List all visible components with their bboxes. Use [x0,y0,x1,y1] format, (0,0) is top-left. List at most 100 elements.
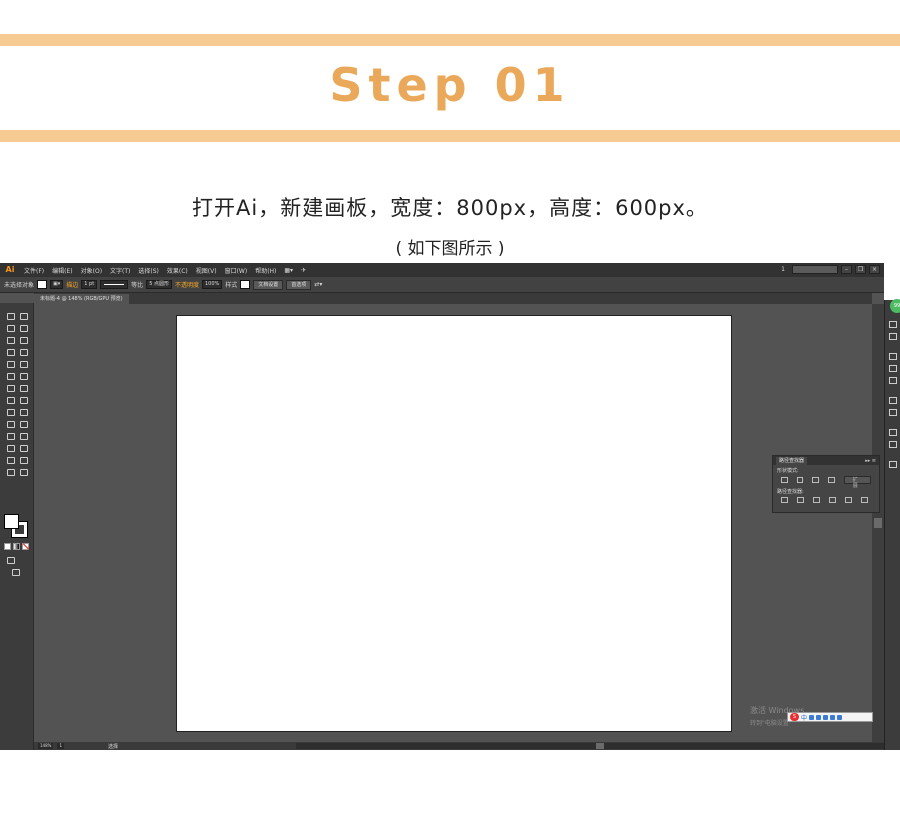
pencil-tool-icon[interactable] [18,359,28,368]
menu-select[interactable]: 选择(S) [134,266,163,275]
color-guide-icon[interactable] [888,332,897,340]
width-tool-icon[interactable] [5,395,15,404]
stroke-label[interactable]: 描边 [66,280,78,289]
document-setup-button[interactable]: 文档设置 [253,279,284,290]
symbol-sprayer-tool-icon[interactable] [5,443,15,452]
minus-back-icon[interactable] [861,497,868,503]
shape-builder-tool-icon[interactable] [5,407,15,416]
outline-icon[interactable] [845,497,852,503]
menu-object[interactable]: 对象(O) [77,266,106,275]
trim-icon[interactable] [797,497,804,503]
restore-button[interactable]: ❐ [855,265,866,274]
align-panel-icon[interactable] [888,440,897,448]
ime-punctuation-icon[interactable] [809,714,815,720]
pathfinder-panel-icon[interactable] [888,460,897,468]
brush-definition[interactable]: 5 点圆形 [146,280,172,289]
zoom-field[interactable]: 148% [38,743,54,749]
paintbrush-tool-icon[interactable] [5,359,15,368]
artboard-number-field[interactable]: 1 [57,743,64,749]
close-button[interactable]: × [869,265,880,274]
hand-tool-icon[interactable] [5,467,15,476]
screen-mode-icon[interactable] [10,567,20,576]
ime-voice-icon[interactable] [816,714,822,720]
direct-selection-tool-icon[interactable] [18,311,28,320]
vertical-scrollbar[interactable] [872,304,884,742]
stroke-weight-field[interactable]: 1 pt [81,280,98,289]
unite-icon[interactable] [781,477,788,483]
eraser-tool-icon[interactable] [18,371,28,380]
expand-button[interactable]: 扩展 [843,476,872,489]
zoom-tool-icon[interactable] [18,467,28,476]
selection-tool-icon[interactable] [5,311,15,320]
menu-file[interactable]: 文件(F) [20,266,48,275]
rocket-icon[interactable]: ✈ [297,267,310,274]
perspective-grid-tool-icon[interactable] [18,407,28,416]
gradient-icon[interactable] [13,543,20,550]
arrange-icon[interactable]: ⇄▾ [314,281,322,288]
fill-color-box[interactable] [4,514,19,529]
transparency-panel-icon[interactable] [888,376,897,384]
ime-skin-icon[interactable] [830,714,836,720]
type-tool-icon[interactable] [18,335,28,344]
search-input[interactable] [792,265,838,274]
slice-tool-icon[interactable] [18,455,28,464]
horizontal-scroll-thumb[interactable] [596,743,604,749]
graphic-style-swatch[interactable] [240,280,251,289]
ime-toolbar[interactable]: S 中 [787,712,873,722]
minus-front-icon[interactable] [796,477,804,483]
intersect-icon[interactable] [812,477,820,483]
pathfinder-tab[interactable]: 路径查找器 [776,456,808,465]
notification-badge[interactable]: 99 [890,299,900,313]
blob-brush-tool-icon[interactable] [5,371,15,380]
document-tab[interactable]: 未标题-4 @ 148% (RGB/GPU 预览) [34,294,129,304]
vertical-scroll-thumb[interactable] [874,518,882,528]
panel-menu-icon[interactable]: ▸▸ ≡ [865,458,876,464]
color-icon[interactable] [4,543,11,550]
minimize-button[interactable]: – [841,265,852,274]
scale-tool-icon[interactable] [18,383,28,392]
gradient-panel-icon[interactable] [888,364,897,372]
free-transform-tool-icon[interactable] [18,395,28,404]
pen-tool-icon[interactable] [5,335,15,344]
transform-panel-icon[interactable] [888,428,897,436]
artboard[interactable] [176,315,732,732]
canvas-area[interactable] [34,304,872,742]
menu-view[interactable]: 视图(V) [192,266,221,275]
crop-icon[interactable] [829,497,836,503]
gradient-tool-icon[interactable] [18,419,28,428]
stroke-profile[interactable]: 等比 [131,280,143,289]
none-icon[interactable] [22,543,29,550]
bridge-icon[interactable]: ▦▾ [280,267,297,274]
color-panel-icon[interactable] [888,320,897,328]
horizontal-scrollbar[interactable] [296,743,884,749]
menu-window[interactable]: 窗口(W) [221,266,252,275]
appearance-panel-icon[interactable] [888,396,897,404]
line-tool-icon[interactable] [5,347,15,356]
draw-mode-icon[interactable] [5,555,15,564]
menu-help[interactable]: 帮助(H) [251,266,280,275]
workspace-number[interactable]: 1 [777,266,789,273]
stroke-panel-icon[interactable] [888,352,897,360]
opacity-field[interactable]: 100% [201,280,223,289]
blend-tool-icon[interactable] [18,431,28,440]
menu-edit[interactable]: 编辑(E) [48,266,76,275]
preferences-button[interactable]: 首选项 [286,279,312,290]
column-graph-tool-icon[interactable] [18,443,28,452]
exclude-icon[interactable] [828,477,835,483]
rotate-tool-icon[interactable] [5,383,15,392]
ime-language[interactable]: 中 [801,713,807,722]
ime-keyboard-icon[interactable] [823,714,829,720]
graphic-styles-icon[interactable] [888,408,897,416]
eyedropper-tool-icon[interactable] [5,431,15,440]
stroke-profile-preview[interactable] [100,280,129,289]
ime-tools-icon[interactable] [837,714,843,720]
opacity-label[interactable]: 不透明度 [175,280,199,289]
menu-effect[interactable]: 效果(C) [163,266,192,275]
magic-wand-tool-icon[interactable] [5,323,15,332]
stroke-color-swatch[interactable]: ▣▾ [50,280,64,289]
menu-type[interactable]: 文字(T) [106,266,134,275]
lasso-tool-icon[interactable] [18,323,28,332]
rectangle-tool-icon[interactable] [18,347,28,356]
fill-color-swatch[interactable] [37,280,48,289]
divide-icon[interactable] [781,497,788,503]
